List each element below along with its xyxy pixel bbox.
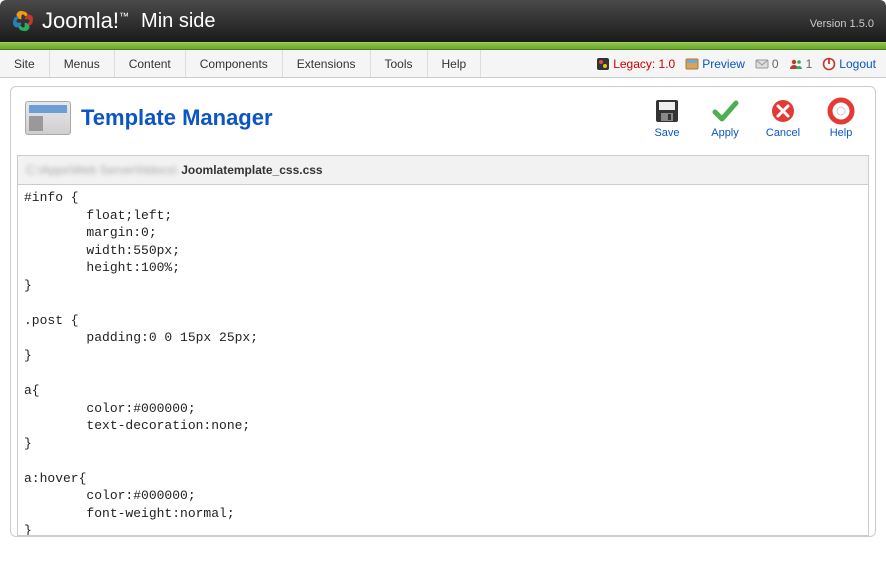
save-icon: [653, 97, 681, 125]
accent-bar: [0, 42, 886, 50]
site-title: Min side: [141, 10, 215, 33]
legacy-icon: [596, 57, 610, 71]
apply-label: Apply: [711, 127, 739, 139]
apply-button[interactable]: Apply: [705, 97, 745, 139]
user-count-value: 1: [806, 57, 813, 71]
menu-components[interactable]: Components: [186, 50, 283, 77]
preview-icon: [685, 57, 699, 71]
template-manager-icon: [25, 101, 71, 135]
cancel-label: Cancel: [766, 127, 800, 139]
users-icon: [789, 57, 803, 71]
menu-extensions[interactable]: Extensions: [283, 50, 371, 77]
preview-link[interactable]: Preview: [685, 57, 745, 71]
page-head: Template Manager Save Apply: [11, 87, 875, 141]
menu-content[interactable]: Content: [115, 50, 186, 77]
file-name: Joomlatemplate_css.css: [181, 163, 322, 177]
logout-icon: [822, 57, 836, 71]
preview-label: Preview: [702, 57, 745, 71]
menu-help[interactable]: Help: [428, 50, 482, 77]
code-editor[interactable]: #info { float;left; margin:0; width:550p…: [17, 184, 869, 536]
menu-list: Site Menus Content Components Extensions…: [0, 50, 481, 77]
cancel-button[interactable]: Cancel: [763, 97, 803, 139]
apply-icon: [711, 97, 739, 125]
help-button[interactable]: Help: [821, 97, 861, 139]
menu-menus[interactable]: Menus: [50, 50, 115, 77]
brand-text: Joomla!™: [42, 8, 129, 34]
code-content[interactable]: #info { float;left; margin:0; width:550p…: [18, 185, 868, 536]
logout-label: Logout: [839, 57, 876, 71]
legacy-label: Legacy: 1.0: [613, 57, 675, 71]
page-title: Template Manager: [81, 105, 273, 131]
logout-link[interactable]: Logout: [822, 57, 876, 71]
toolbar: Save Apply Cancel: [647, 97, 861, 139]
save-button[interactable]: Save: [647, 97, 687, 139]
save-label: Save: [654, 127, 679, 139]
user-count: 1: [789, 57, 813, 71]
status-area: Legacy: 1.0 Preview 0 1 Logout: [586, 50, 886, 77]
mail-count: 0: [755, 57, 779, 71]
version-label: Version 1.5.0: [810, 18, 874, 30]
help-icon: [827, 97, 855, 125]
legacy-indicator[interactable]: Legacy: 1.0: [596, 57, 675, 71]
mail-icon: [755, 57, 769, 71]
cancel-icon: [769, 97, 797, 125]
app-header: Joomla!™ Min side Version 1.5.0: [0, 0, 886, 42]
help-label: Help: [830, 127, 853, 139]
file-path-prefix: C:\Apps\Web Server\htdocs\: [26, 163, 177, 177]
menu-tools[interactable]: Tools: [371, 50, 428, 77]
mail-count-value: 0: [772, 57, 779, 71]
main-menubar: Site Menus Content Components Extensions…: [0, 50, 886, 78]
editor-area: C:\Apps\Web Server\htdocs\ Joomlatemplat…: [17, 155, 869, 536]
main-panel: Template Manager Save Apply: [10, 86, 876, 537]
joomla-logo-icon: [10, 8, 36, 34]
file-path-header: C:\Apps\Web Server\htdocs\ Joomlatemplat…: [17, 155, 869, 184]
menu-site[interactable]: Site: [0, 50, 50, 77]
